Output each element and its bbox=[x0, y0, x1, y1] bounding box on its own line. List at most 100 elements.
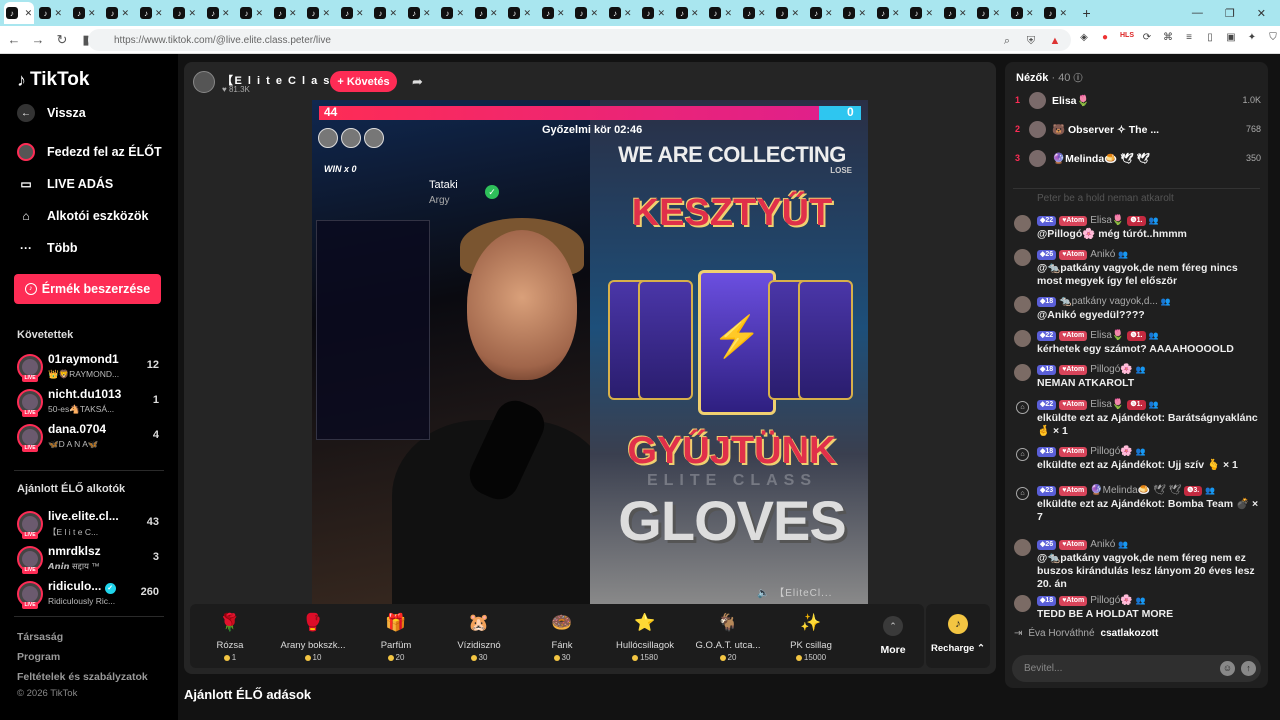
chat-input[interactable]: Bevitel... ☺ ↑ bbox=[1012, 655, 1261, 682]
browser-tab[interactable]: ♪ ✕ bbox=[537, 2, 571, 24]
recommended-account[interactable]: LIVE nmrdklsz 𝘼𝙣𝙞𝙣 सद्दाय ™ 3 bbox=[17, 543, 165, 575]
close-tab-icon[interactable]: ✕ bbox=[523, 8, 531, 19]
browser-tab[interactable]: ♪ ✕ bbox=[269, 2, 303, 24]
browser-tab[interactable]: ♪ ✕ bbox=[671, 2, 705, 24]
browser-tab[interactable]: ♪ ✕ bbox=[68, 2, 102, 24]
close-tab-icon[interactable]: ✕ bbox=[54, 8, 62, 19]
close-tab-icon[interactable]: ✕ bbox=[858, 8, 866, 19]
emoji-icon[interactable]: ☺ bbox=[1220, 661, 1235, 676]
close-tab-icon[interactable]: ✕ bbox=[423, 8, 431, 19]
following-account[interactable]: LIVE dana.0704 🦋D A N A🦋 4 bbox=[17, 421, 165, 453]
close-tab-icon[interactable]: ✕ bbox=[791, 8, 799, 19]
recommended-account[interactable]: LIVE live.elite.cl... 【E l i t e C... 43 bbox=[17, 508, 165, 540]
footer-link-program[interactable]: Program bbox=[17, 651, 60, 663]
close-tab-icon[interactable]: ✕ bbox=[691, 8, 699, 19]
close-tab-icon[interactable]: ✕ bbox=[322, 8, 330, 19]
shield-icon[interactable]: ⛨ bbox=[1025, 35, 1037, 48]
sidebar-toggle-icon[interactable]: ▯ bbox=[1204, 32, 1216, 43]
extension-list-icon[interactable]: ≡ bbox=[1183, 32, 1195, 43]
browser-tab[interactable]: ♪ ✕ bbox=[135, 2, 169, 24]
browser-tab[interactable]: ♪ ✕ bbox=[1039, 2, 1073, 24]
nav-live-broadcast[interactable]: ▭ LIVE ADÁS bbox=[17, 175, 113, 193]
browser-tab[interactable]: ♪ ✕ bbox=[336, 2, 370, 24]
close-tab-icon[interactable]: ✕ bbox=[188, 8, 196, 19]
extension-color-icon[interactable]: ● bbox=[1099, 32, 1111, 43]
close-tab-icon[interactable]: ✕ bbox=[88, 8, 96, 19]
sparkle-icon[interactable]: ✦ bbox=[1246, 32, 1258, 43]
browser-tab[interactable]: ♪ ✕ bbox=[302, 2, 336, 24]
browser-tab[interactable]: ♪ ✕ bbox=[838, 2, 872, 24]
gift-item[interactable]: 🐹 Vízidisznó 30 bbox=[439, 610, 519, 662]
close-tab-icon[interactable]: ✕ bbox=[590, 8, 598, 19]
gift-item[interactable]: 🎁 Parfüm 20 bbox=[356, 610, 436, 662]
minimize-icon[interactable]: — bbox=[1192, 7, 1203, 19]
tiktok-logo[interactable]: ♪ TikTok bbox=[17, 69, 89, 91]
top-viewer-row[interactable]: 3 🔮Melinda🍮 🕊 🕊 350 bbox=[1015, 147, 1261, 169]
close-tab-icon[interactable]: ✕ bbox=[356, 8, 364, 19]
extension-refresh-icon[interactable]: ⟳ bbox=[1141, 32, 1153, 43]
nav-explore-live[interactable]: Fedezd fel az ÉLŐT bbox=[17, 143, 162, 161]
browser-tab[interactable]: ♪ ✕ bbox=[470, 2, 504, 24]
browser-tab[interactable]: ♪ ✕ bbox=[168, 2, 202, 24]
browser-tab[interactable]: ♪ ✕ bbox=[403, 2, 437, 24]
extension-puzzle-icon[interactable]: ⌘ bbox=[1162, 32, 1174, 43]
alert-icon[interactable]: ▲ bbox=[1049, 35, 1061, 48]
vpn-icon[interactable]: ⛉ bbox=[1267, 32, 1279, 43]
viewers-header[interactable]: Nézők · 40 ⓘ bbox=[1016, 71, 1083, 84]
close-tab-icon[interactable]: ✕ bbox=[724, 8, 732, 19]
back-link[interactable]: ← Vissza bbox=[17, 104, 86, 122]
close-tab-icon[interactable]: ✕ bbox=[490, 8, 498, 19]
url-field[interactable]: https://www.tiktok.com/@live.elite.class… bbox=[88, 29, 1071, 51]
browser-tab[interactable]: ♪ ✕ bbox=[704, 2, 738, 24]
host-avatar[interactable] bbox=[193, 71, 215, 93]
close-tab-icon[interactable]: ✕ bbox=[289, 8, 297, 19]
nav-creator-tools[interactable]: ⌂ Alkotói eszközök bbox=[17, 207, 148, 225]
extension-hls-icon[interactable]: HLS bbox=[1120, 32, 1134, 43]
video-player[interactable]: WIN x 0 Tataki Argy ✓ ⚡ 44 0 Győzelmi kö… bbox=[312, 100, 868, 606]
browser-tab[interactable]: ♪ ✕ bbox=[637, 2, 671, 24]
close-tab-icon[interactable]: ✕ bbox=[624, 8, 632, 19]
browser-tab[interactable]: ♪ ✕ bbox=[738, 2, 772, 24]
close-tab-icon[interactable]: ✕ bbox=[255, 8, 263, 19]
browser-tab[interactable]: ♪ ✕ bbox=[34, 2, 68, 24]
extension-shield-icon[interactable]: ◈ bbox=[1078, 32, 1090, 43]
more-gifts-button[interactable]: ⌃ More bbox=[876, 616, 910, 656]
browser-tab-active[interactable]: ♪ ✕ bbox=[4, 2, 34, 24]
browser-tab[interactable]: ♪ ✕ bbox=[939, 2, 973, 24]
close-tab-icon[interactable]: ✕ bbox=[155, 8, 163, 19]
following-account[interactable]: LIVE nicht.du1013 50-es🐴TAKSÁ... 1 bbox=[17, 386, 165, 418]
back-icon[interactable]: ← bbox=[4, 32, 24, 47]
browser-tab[interactable]: ♪ ✕ bbox=[771, 2, 805, 24]
maximize-icon[interactable]: ❐ bbox=[1225, 7, 1235, 20]
browser-tab[interactable]: ♪ ✕ bbox=[872, 2, 906, 24]
close-tab-icon[interactable]: ✕ bbox=[959, 8, 967, 19]
gift-item[interactable]: 🌹 Rózsa 1 bbox=[190, 610, 270, 662]
gift-item[interactable]: 🐐 G.O.A.T. utca... 20 bbox=[688, 610, 768, 662]
close-tab-icon[interactable]: ✕ bbox=[825, 8, 833, 19]
close-tab-icon[interactable]: ✕ bbox=[1059, 8, 1067, 19]
close-tab-icon[interactable]: ✕ bbox=[657, 8, 665, 19]
close-tab-icon[interactable]: ✕ bbox=[992, 8, 1000, 19]
forward-icon[interactable]: → bbox=[28, 32, 48, 47]
browser-tab[interactable]: ♪ ✕ bbox=[905, 2, 939, 24]
close-tab-icon[interactable]: ✕ bbox=[456, 8, 464, 19]
browser-tab[interactable]: ♪ ✕ bbox=[1006, 2, 1040, 24]
close-tab-icon[interactable]: ✕ bbox=[557, 8, 565, 19]
browser-tab[interactable]: ♪ ✕ bbox=[202, 2, 236, 24]
browser-tab[interactable]: ♪ ✕ bbox=[436, 2, 470, 24]
close-tab-icon[interactable]: ✕ bbox=[892, 8, 900, 19]
follow-button[interactable]: + Követés bbox=[330, 71, 397, 92]
browser-tab[interactable]: ♪ ✕ bbox=[805, 2, 839, 24]
gift-item[interactable]: 🥊 Arany bokszk... 10 bbox=[273, 610, 353, 662]
gift-item[interactable]: 🍩 Fánk 30 bbox=[522, 610, 602, 662]
browser-tab[interactable]: ♪ ✕ bbox=[101, 2, 135, 24]
close-tab-icon[interactable]: ✕ bbox=[1026, 8, 1034, 19]
footer-link-terms[interactable]: Feltételek és szabályzatok bbox=[17, 671, 148, 683]
close-tab-icon[interactable]: ✕ bbox=[758, 8, 766, 19]
send-icon[interactable]: ↑ bbox=[1241, 661, 1256, 676]
new-tab-icon[interactable]: + bbox=[1083, 5, 1091, 21]
get-coins-button[interactable]: ♪ Érmék beszerzése bbox=[14, 274, 161, 304]
footer-link-company[interactable]: Társaság bbox=[17, 631, 63, 643]
browser-tab[interactable]: ♪ ✕ bbox=[604, 2, 638, 24]
browser-tab[interactable]: ♪ ✕ bbox=[972, 2, 1006, 24]
